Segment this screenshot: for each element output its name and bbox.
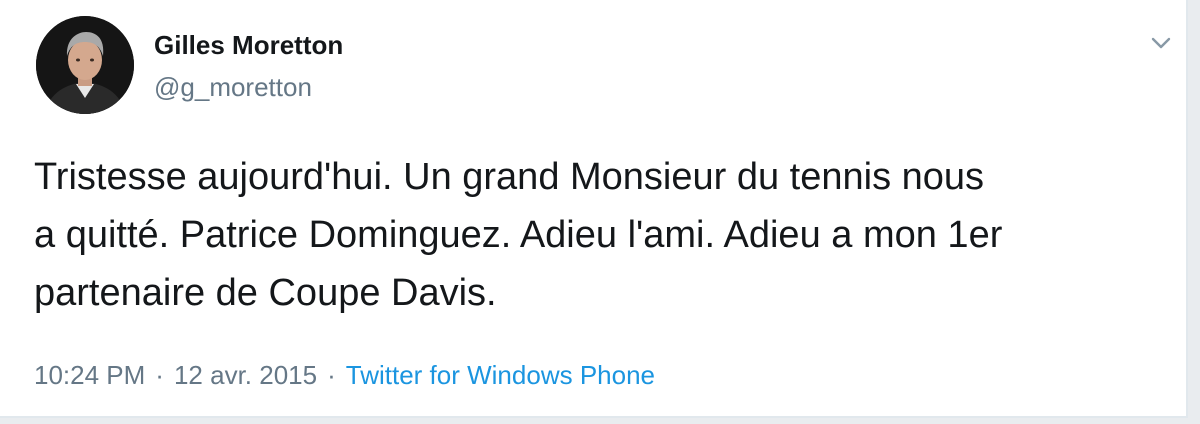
author-name[interactable]: Gilles Moretton bbox=[154, 30, 343, 61]
tweet-text: Tristesse aujourd'hui. Un grand Monsieur… bbox=[34, 156, 1003, 314]
author-handle[interactable]: @g_moretton bbox=[154, 72, 312, 103]
tweet-meta: 10:24 PM · 12 avr. 2015 · Twitter for Window… bbox=[34, 360, 655, 391]
tweet-date[interactable]: 12 avr. 2015 bbox=[174, 360, 317, 390]
chevron-down-icon[interactable] bbox=[1146, 28, 1176, 58]
avatar[interactable] bbox=[36, 16, 134, 114]
meta-separator: · bbox=[327, 360, 336, 390]
tweet-source-link[interactable]: Twitter for Windows Phone bbox=[346, 360, 655, 390]
tweet-card: Gilles Moretton @g_moretton Tristesse au… bbox=[0, 0, 1188, 418]
meta-separator: · bbox=[155, 360, 164, 390]
avatar-photo bbox=[36, 16, 134, 114]
tweet-time[interactable]: 10:24 PM bbox=[34, 360, 145, 390]
